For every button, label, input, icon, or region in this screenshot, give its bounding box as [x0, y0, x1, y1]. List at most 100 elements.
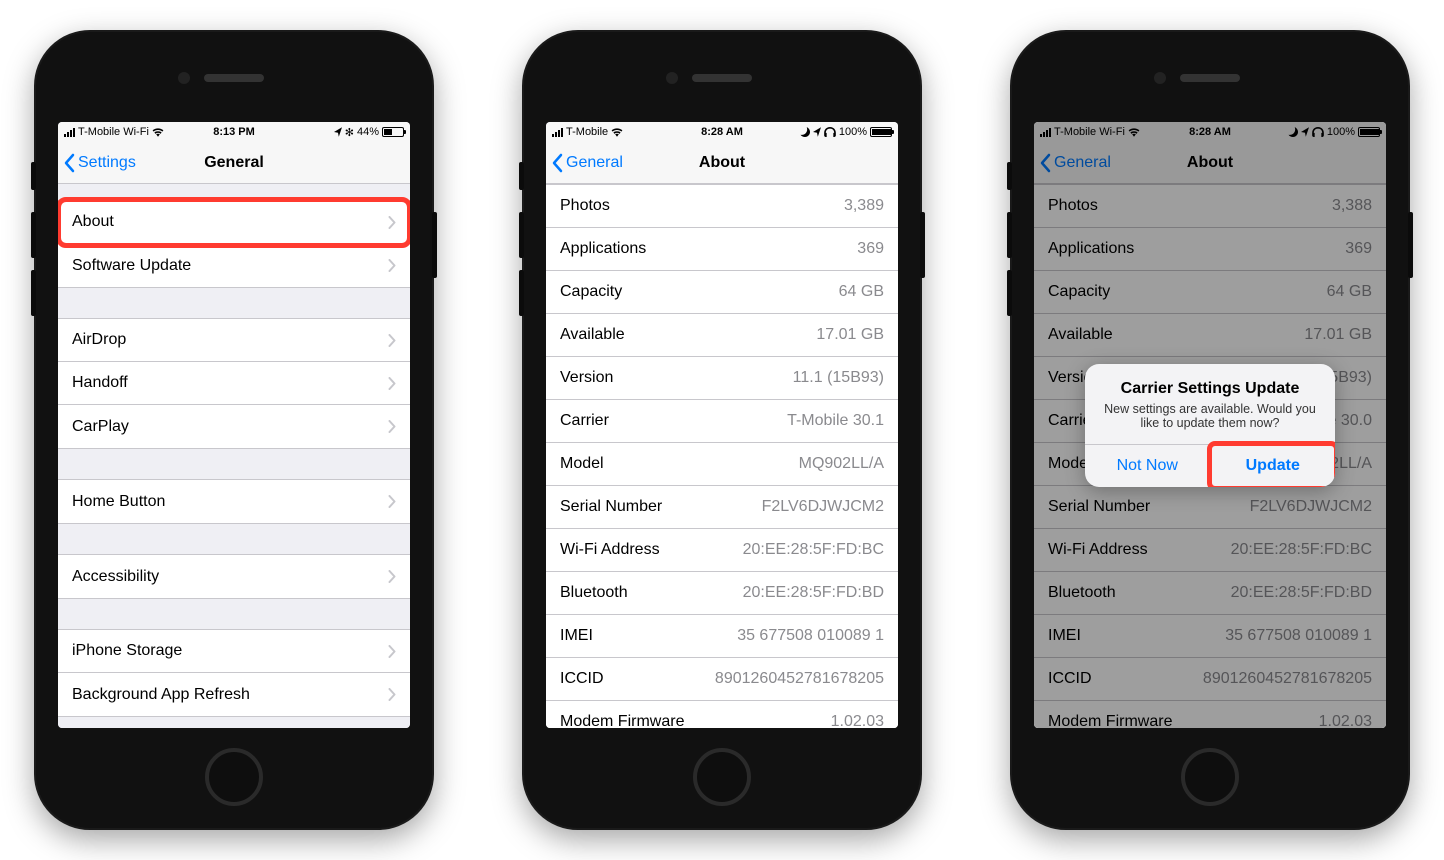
screen-1: T-Mobile Wi-Fi 8:13 PM ✻ 44% Settings Ge…	[58, 122, 410, 728]
home-button[interactable]	[1181, 748, 1239, 806]
row-label: Wi-Fi Address	[560, 541, 743, 559]
row-label: Available	[560, 326, 816, 344]
row-value: 64 GB	[839, 283, 884, 301]
chevron-right-icon	[388, 645, 396, 658]
row-label: Carrier	[560, 412, 787, 430]
screen-3: T-Mobile Wi-Fi 8:28 AM 100% General Abou…	[1034, 122, 1386, 728]
chevron-right-icon	[388, 334, 396, 347]
chevron-left-icon	[552, 153, 564, 173]
back-label: General	[566, 154, 623, 172]
row-label: Software Update	[72, 257, 388, 275]
row-label: ICCID	[560, 670, 715, 688]
modal-overlay: Carrier Settings Update New settings are…	[1034, 122, 1386, 728]
nav-bar: General About	[546, 142, 898, 184]
info-row-bluetooth[interactable]: Bluetooth20:EE:28:5F:FD:BD	[546, 572, 898, 615]
signal-icon	[552, 128, 563, 137]
info-row-applications[interactable]: Applications369	[546, 228, 898, 271]
phone-frame-3: T-Mobile Wi-Fi 8:28 AM 100% General Abou…	[1010, 30, 1410, 830]
row-value: 20:EE:28:5F:FD:BD	[743, 584, 884, 602]
row-label: iPhone Storage	[72, 642, 388, 660]
status-time: 8:13 PM	[213, 126, 255, 138]
row-value: 8901260452781678205	[715, 670, 884, 688]
info-row-model[interactable]: ModelMQ902LL/A	[546, 443, 898, 486]
info-row-wi-fi-address[interactable]: Wi-Fi Address20:EE:28:5F:FD:BC	[546, 529, 898, 572]
dnd-icon	[800, 127, 810, 137]
row-value: 11.1 (15B93)	[793, 369, 884, 387]
row-value: 1.02.03	[831, 713, 884, 728]
home-button[interactable]	[205, 748, 263, 806]
settings-row-home-button[interactable]: Home Button	[58, 480, 410, 523]
alert-update-button[interactable]: Update	[1211, 445, 1336, 487]
chevron-right-icon	[388, 377, 396, 390]
chevron-right-icon	[388, 688, 396, 701]
chevron-left-icon	[64, 153, 76, 173]
info-row-modem-firmware[interactable]: Modem Firmware1.02.03	[546, 701, 898, 728]
signal-icon	[64, 128, 75, 137]
settings-row-iphone-storage[interactable]: iPhone Storage	[58, 630, 410, 673]
alert-not-now-button[interactable]: Not Now	[1085, 445, 1211, 487]
row-label: Applications	[560, 240, 857, 258]
row-value: 17.01 GB	[816, 326, 884, 344]
status-battery-pct: 44%	[357, 126, 379, 138]
row-value: 369	[857, 240, 884, 258]
settings-row-software-update[interactable]: Software Update	[58, 244, 410, 287]
row-label: Photos	[560, 197, 844, 215]
wifi-icon	[611, 128, 623, 137]
info-row-serial-number[interactable]: Serial NumberF2LV6DJWJCM2	[546, 486, 898, 529]
row-value: 20:EE:28:5F:FD:BC	[743, 541, 884, 559]
row-label: Capacity	[560, 283, 839, 301]
settings-row-about[interactable]: About	[58, 201, 410, 244]
info-row-capacity[interactable]: Capacity64 GB	[546, 271, 898, 314]
row-value: T-Mobile 30.1	[787, 412, 884, 430]
status-battery-pct: 100%	[839, 126, 867, 138]
row-value: 35 677508 010089 1	[737, 627, 884, 645]
back-button[interactable]: Settings	[64, 142, 136, 183]
settings-row-accessibility[interactable]: Accessibility	[58, 555, 410, 598]
info-row-version[interactable]: Version11.1 (15B93)	[546, 357, 898, 400]
row-label: IMEI	[560, 627, 737, 645]
carrier-update-alert: Carrier Settings Update New settings are…	[1085, 364, 1335, 487]
alert-title: Carrier Settings Update	[1085, 364, 1335, 402]
content-about[interactable]: Photos3,389Applications369Capacity64 GBA…	[546, 184, 898, 728]
row-label: Serial Number	[560, 498, 762, 516]
row-label: AirDrop	[72, 331, 388, 349]
row-label: Handoff	[72, 374, 388, 392]
row-value: 3,389	[844, 197, 884, 215]
settings-row-airdrop[interactable]: AirDrop	[58, 319, 410, 362]
chevron-right-icon	[388, 495, 396, 508]
home-button[interactable]	[693, 748, 751, 806]
content-general[interactable]: About Software Update AirDrop Handoff CarPla…	[58, 184, 410, 728]
battery-icon	[870, 127, 892, 137]
info-row-iccid[interactable]: ICCID8901260452781678205	[546, 658, 898, 701]
nav-title: General	[204, 154, 264, 172]
row-label: Bluetooth	[560, 584, 743, 602]
alert-message: New settings are available. Would you li…	[1085, 402, 1335, 444]
battery-icon	[382, 127, 404, 137]
row-label: Accessibility	[72, 568, 388, 586]
info-row-photos[interactable]: Photos3,389	[546, 185, 898, 228]
chevron-right-icon	[388, 259, 396, 272]
status-time: 8:28 AM	[701, 126, 743, 138]
nav-bar: Settings General	[58, 142, 410, 184]
status-bar: T-Mobile 8:28 AM 100%	[546, 122, 898, 142]
location-icon	[813, 127, 821, 137]
row-label: Background App Refresh	[72, 686, 388, 704]
settings-row-handoff[interactable]: Handoff	[58, 362, 410, 405]
row-label: About	[72, 213, 388, 231]
chevron-right-icon	[388, 570, 396, 583]
status-carrier: T-Mobile	[566, 126, 608, 138]
back-button[interactable]: General	[552, 142, 623, 183]
status-bar: T-Mobile Wi-Fi 8:13 PM ✻ 44%	[58, 122, 410, 142]
chevron-right-icon	[388, 420, 396, 433]
back-label: Settings	[78, 154, 136, 172]
settings-row-background-app-refresh[interactable]: Background App Refresh	[58, 673, 410, 716]
row-value: F2LV6DJWJCM2	[762, 498, 884, 516]
row-label: Modem Firmware	[560, 713, 831, 728]
info-row-available[interactable]: Available17.01 GB	[546, 314, 898, 357]
row-label: Home Button	[72, 493, 388, 511]
screen-2: T-Mobile 8:28 AM 100% General About Phot…	[546, 122, 898, 728]
nav-title: About	[699, 154, 745, 172]
info-row-carrier[interactable]: CarrierT-Mobile 30.1	[546, 400, 898, 443]
settings-row-carplay[interactable]: CarPlay	[58, 405, 410, 448]
info-row-imei[interactable]: IMEI35 677508 010089 1	[546, 615, 898, 658]
